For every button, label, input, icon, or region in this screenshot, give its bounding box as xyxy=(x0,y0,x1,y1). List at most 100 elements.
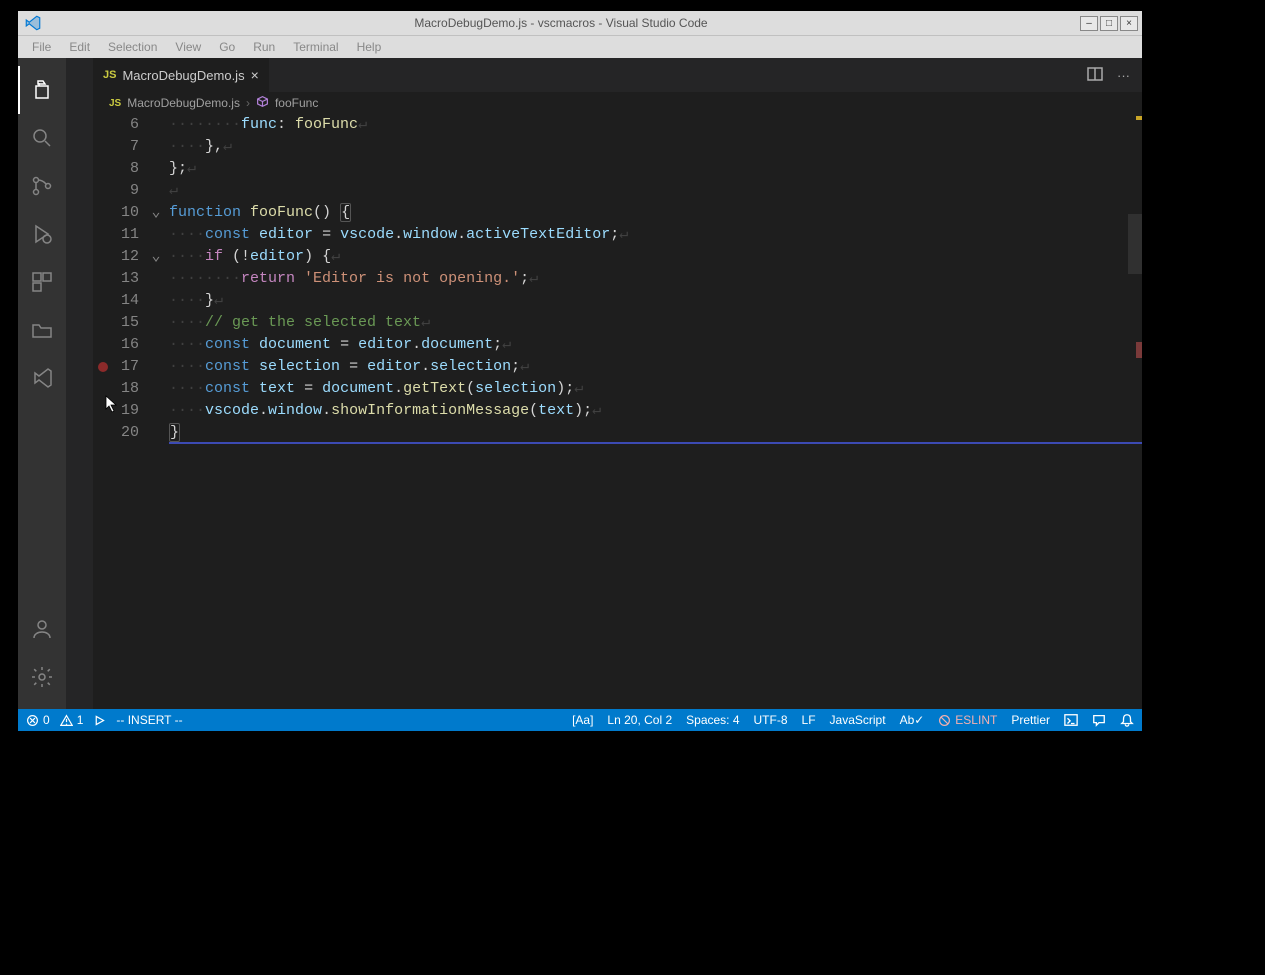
main-area: JS MacroDebugDemo.js × ··· JS MacroDebug… xyxy=(18,58,1142,709)
minimize-button[interactable]: – xyxy=(1080,16,1098,31)
code-line[interactable]: ····vscode.window.showInformationMessage… xyxy=(169,400,1142,422)
status-bell-icon[interactable] xyxy=(1120,713,1134,727)
breakpoint-dot[interactable] xyxy=(98,362,108,372)
explorer-icon[interactable] xyxy=(18,66,66,114)
breakpoint-gutter[interactable] xyxy=(93,114,113,709)
status-case[interactable]: [Aa] xyxy=(572,713,593,727)
js-file-icon: JS xyxy=(109,98,121,109)
code-line[interactable]: ····},↵ xyxy=(169,136,1142,158)
minimap-marker xyxy=(1136,342,1142,358)
status-eslint[interactable]: ESLINT xyxy=(938,713,997,727)
vscode-logo-icon xyxy=(24,14,42,32)
close-button[interactable]: × xyxy=(1120,16,1138,31)
folder-icon[interactable] xyxy=(18,306,66,354)
line-number: 7 xyxy=(113,136,139,158)
search-icon[interactable] xyxy=(18,114,66,162)
status-run-icon[interactable] xyxy=(93,714,106,727)
cursor-line-highlight xyxy=(169,422,1142,444)
settings-gear-icon[interactable] xyxy=(18,653,66,701)
line-number: 19 xyxy=(113,400,139,422)
code-line[interactable]: ····if (!editor) {↵ xyxy=(169,246,1142,268)
code-line[interactable]: ····const document = editor.document;↵ xyxy=(169,334,1142,356)
line-number: 17 xyxy=(113,356,139,378)
titlebar: MacroDebugDemo.js - vscmacros - Visual S… xyxy=(18,11,1142,36)
line-number: 18 xyxy=(113,378,139,400)
js-file-icon: JS xyxy=(103,69,116,81)
tab-close-icon[interactable]: × xyxy=(251,67,259,83)
menu-help[interactable]: Help xyxy=(349,38,390,56)
more-actions-icon[interactable]: ··· xyxy=(1117,68,1130,83)
status-errors[interactable]: 0 xyxy=(26,713,50,727)
code-line[interactable]: ····const text = document.getText(select… xyxy=(169,378,1142,400)
line-number: 6 xyxy=(113,114,139,136)
code-line[interactable]: ········func: fooFunc↵ xyxy=(169,114,1142,136)
sidebar-collapsed[interactable] xyxy=(66,58,93,709)
minimap-viewport[interactable] xyxy=(1128,214,1142,274)
status-spell[interactable]: Ab✓ xyxy=(900,713,925,727)
line-number: 12 xyxy=(113,246,139,268)
split-editor-icon[interactable] xyxy=(1087,66,1103,85)
source-control-icon[interactable] xyxy=(18,162,66,210)
status-prettier[interactable]: Prettier xyxy=(1011,713,1050,727)
vs-icon[interactable] xyxy=(18,354,66,402)
method-icon xyxy=(256,95,269,111)
status-encoding[interactable]: UTF-8 xyxy=(754,713,788,727)
line-number: 16 xyxy=(113,334,139,356)
fold-gutter[interactable]: ⌄⌄ xyxy=(151,114,169,709)
tab-label: MacroDebugDemo.js xyxy=(122,68,244,83)
status-indent[interactable]: Spaces: 4 xyxy=(686,713,739,727)
line-number: 10 xyxy=(113,202,139,224)
menubar: FileEditSelectionViewGoRunTerminalHelp xyxy=(18,36,1142,58)
window-title: MacroDebugDemo.js - vscmacros - Visual S… xyxy=(42,16,1080,30)
menu-selection[interactable]: Selection xyxy=(100,38,165,56)
menu-run[interactable]: Run xyxy=(245,38,283,56)
status-warnings[interactable]: 1 xyxy=(60,713,84,727)
menu-file[interactable]: File xyxy=(24,38,59,56)
maximize-button[interactable]: □ xyxy=(1100,16,1118,31)
tab-active[interactable]: JS MacroDebugDemo.js × xyxy=(93,58,270,92)
code-line[interactable]: ↵ xyxy=(169,180,1142,202)
status-vim-mode: -- INSERT -- xyxy=(116,713,182,727)
editor-area: JS MacroDebugDemo.js × ··· JS MacroDebug… xyxy=(93,58,1142,709)
line-number: 15 xyxy=(113,312,139,334)
status-cursor-pos[interactable]: Ln 20, Col 2 xyxy=(607,713,672,727)
status-eol[interactable]: LF xyxy=(802,713,816,727)
status-terminal-icon[interactable] xyxy=(1064,713,1078,727)
breadcrumb-file[interactable]: MacroDebugDemo.js xyxy=(127,96,240,110)
code-line[interactable]: ····// get the selected text↵ xyxy=(169,312,1142,334)
minimap[interactable] xyxy=(1128,114,1142,709)
code-line[interactable]: ····const selection = editor.selection;↵ xyxy=(169,356,1142,378)
activity-bottom xyxy=(18,605,66,701)
menu-terminal[interactable]: Terminal xyxy=(285,38,346,56)
editor-body[interactable]: 67891011121314151617181920 ⌄⌄ ········fu… xyxy=(93,114,1142,709)
activity-bar xyxy=(18,58,66,709)
statusbar: 0 1 -- INSERT -- [Aa] Ln 20, Col 2 Space… xyxy=(18,709,1142,731)
line-number: 8 xyxy=(113,158,139,180)
minimap-marker xyxy=(1136,116,1142,120)
run-debug-icon[interactable] xyxy=(18,210,66,258)
tab-bar: JS MacroDebugDemo.js × ··· xyxy=(93,58,1142,92)
code-line[interactable]: ····const editor = vscode.window.activeT… xyxy=(169,224,1142,246)
status-feedback-icon[interactable] xyxy=(1092,713,1106,727)
status-language[interactable]: JavaScript xyxy=(830,713,886,727)
fold-chevron-icon[interactable]: ⌄ xyxy=(151,202,161,224)
code-line[interactable]: ····}↵ xyxy=(169,290,1142,312)
breadcrumbs[interactable]: JS MacroDebugDemo.js › fooFunc xyxy=(93,92,1142,114)
code-content[interactable]: ········func: fooFunc↵····},↵};↵↵functio… xyxy=(169,114,1142,709)
fold-chevron-icon[interactable]: ⌄ xyxy=(151,246,161,268)
account-icon[interactable] xyxy=(18,605,66,653)
line-number: 11 xyxy=(113,224,139,246)
window-controls: – □ × xyxy=(1080,16,1138,31)
menu-edit[interactable]: Edit xyxy=(61,38,98,56)
line-number-gutter: 67891011121314151617181920 xyxy=(113,114,151,709)
menu-view[interactable]: View xyxy=(167,38,209,56)
code-line[interactable]: function fooFunc() { xyxy=(169,202,1142,224)
code-line[interactable]: ········return 'Editor is not opening.';… xyxy=(169,268,1142,290)
menu-go[interactable]: Go xyxy=(211,38,243,56)
extensions-icon[interactable] xyxy=(18,258,66,306)
breadcrumb-symbol[interactable]: fooFunc xyxy=(275,96,318,110)
editor-actions: ··· xyxy=(1087,58,1142,92)
line-number: 14 xyxy=(113,290,139,312)
code-line[interactable]: };↵ xyxy=(169,158,1142,180)
chevron-right-icon: › xyxy=(246,96,250,110)
